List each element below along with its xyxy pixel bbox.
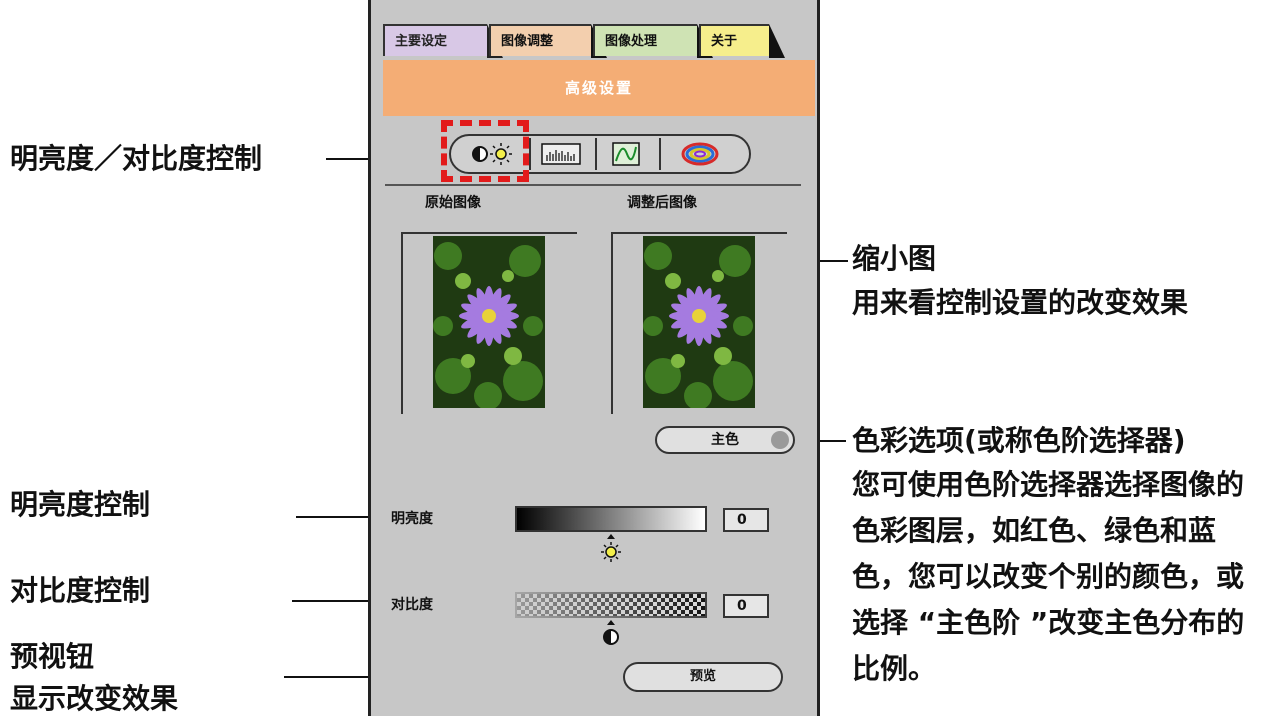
- annotation-brightness: 明亮度控制: [10, 488, 151, 521]
- tab-image-adjust[interactable]: 图像调整: [489, 24, 607, 58]
- tab-main-settings[interactable]: 主要设定: [383, 24, 503, 58]
- preview-button[interactable]: 预览: [623, 662, 783, 692]
- brightness-slider-handle-icon[interactable]: [599, 534, 623, 564]
- selection-highlight: [441, 120, 529, 182]
- histogram-icon: [541, 143, 581, 165]
- tab-bar: 主要设定 图像调整 图像处理 关于: [383, 24, 813, 58]
- brightness-slider[interactable]: [515, 506, 707, 532]
- channel-select[interactable]: 主色: [655, 426, 795, 454]
- annotation-preview-desc: 显示改变效果: [10, 682, 179, 715]
- annotation-color-option-desc: 选择 “主色阶 ”改变主色分布的: [852, 606, 1245, 639]
- brightness-label: 明亮度: [391, 511, 433, 527]
- annotation-preview-title: 预视钮: [10, 640, 95, 673]
- contrast-value[interactable]: 0: [723, 594, 769, 618]
- channel-select-value: 主色: [711, 432, 739, 448]
- annotation-color-option-desc: 色彩图层，如红色、绿色和蓝: [852, 514, 1217, 547]
- color-wheel-tool[interactable]: [659, 138, 739, 170]
- original-image-label: 原始图像: [425, 195, 481, 211]
- annotation-contrast: 对比度控制: [10, 574, 151, 607]
- contrast-label: 对比度: [391, 597, 433, 613]
- divider: [385, 184, 801, 186]
- section-banner: 高级设置: [383, 60, 815, 116]
- annotation-color-option-title: 色彩选项(或称色阶选择器): [852, 424, 1186, 457]
- original-thumbnail: [433, 236, 545, 408]
- contrast-slider-fade: [515, 592, 707, 618]
- tab-about[interactable]: 关于: [699, 24, 785, 58]
- annotation-color-option-desc: 比例。: [852, 652, 937, 685]
- annotation-brightness-contrast: 明亮度／对比度控制: [10, 142, 263, 175]
- annotation-color-option-desc: 色，您可以改变个别的颜色，或: [852, 560, 1245, 593]
- curve-tool[interactable]: [595, 138, 655, 170]
- histogram-tool[interactable]: [529, 138, 591, 170]
- annotation-thumbnail-title: 缩小图: [852, 242, 937, 275]
- curve-icon: [612, 142, 640, 166]
- adjusted-thumbnail: [643, 236, 755, 408]
- adjusted-image-label: 调整后图像: [627, 195, 697, 211]
- chevron-down-icon: [771, 431, 789, 449]
- brightness-value[interactable]: 0: [723, 508, 769, 532]
- advanced-settings-dialog: 主要设定 图像调整 图像处理 关于 高级设置 原始图像 调整后图像 主色 明亮度…: [368, 0, 820, 716]
- tab-image-process[interactable]: 图像处理: [593, 24, 713, 58]
- annotation-color-option-desc: 您可使用色阶选择器选择图像的: [852, 468, 1245, 501]
- annotation-thumbnail-desc: 用来看控制设置的改变效果: [852, 286, 1189, 319]
- color-wheel-icon: [681, 142, 719, 166]
- contrast-slider-handle-icon[interactable]: [601, 620, 621, 648]
